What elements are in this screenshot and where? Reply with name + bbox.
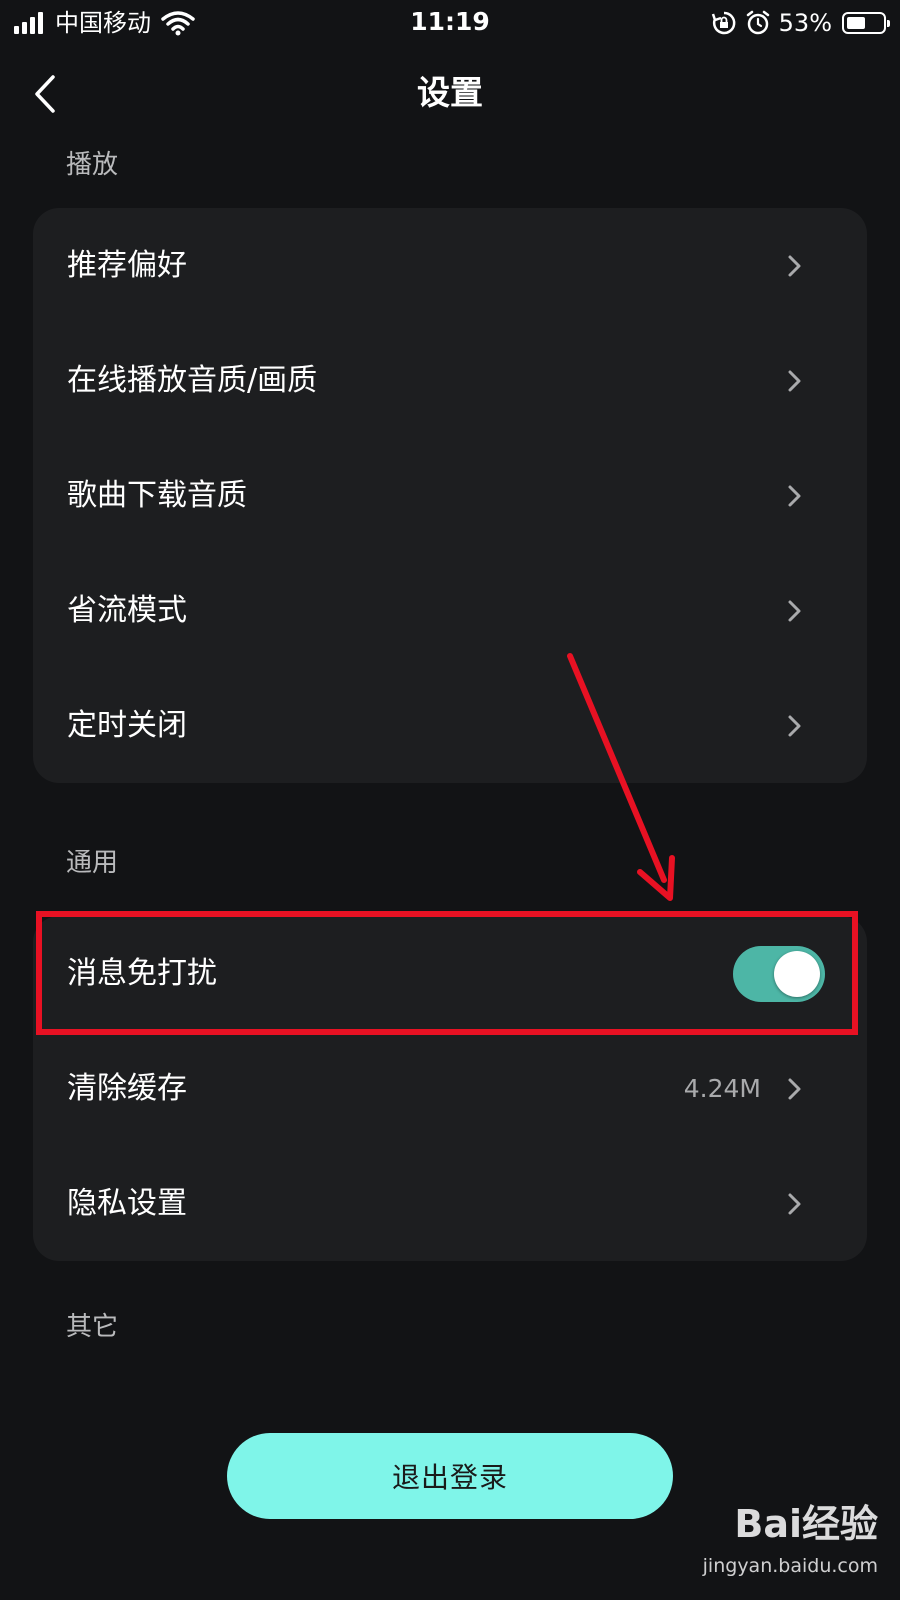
status-bar: 中国移动 11:19 53% [0, 0, 900, 46]
chevron-right-icon [788, 485, 801, 506]
navigation-bar: 设置 [0, 58, 900, 128]
chevron-right-icon [788, 600, 801, 621]
row-label: 推荐偏好 [67, 247, 187, 283]
row-label: 清除缓存 [67, 1070, 187, 1106]
row-label: 隐私设置 [67, 1185, 187, 1221]
section-title-other: 其它 [66, 1312, 119, 1342]
chevron-right-icon [788, 1078, 801, 1099]
row-label: 消息免打扰 [67, 955, 217, 991]
do-not-disturb-toggle[interactable] [733, 945, 825, 1002]
row-label: 定时关闭 [67, 707, 187, 743]
status-right: 53% [711, 8, 890, 38]
section-title-playback: 播放 [66, 150, 119, 180]
watermark: Bai经验 jingyan.baidu.com [693, 1500, 878, 1590]
settings-row-download-quality[interactable]: 歌曲下载音质 [33, 438, 867, 553]
settings-row-recommend-preference[interactable]: 推荐偏好 [33, 208, 867, 323]
row-label: 在线播放音质/画质 [67, 362, 318, 398]
page-title: 设置 [417, 73, 483, 112]
chevron-right-icon [788, 255, 801, 276]
general-card: 消息免打扰 清除缓存 4.24M 隐私设置 [33, 916, 867, 1261]
settings-row-data-saver[interactable]: 省流模式 [33, 553, 867, 668]
toggle-knob [774, 950, 820, 997]
battery-percent: 53% [778, 9, 832, 37]
row-label: 省流模式 [67, 592, 187, 628]
section-title-general: 通用 [66, 848, 119, 878]
chevron-right-icon [788, 1193, 801, 1214]
alarm-icon [746, 10, 769, 35]
settings-row-clear-cache[interactable]: 清除缓存 4.24M [33, 1031, 867, 1146]
cache-size: 4.24M [683, 1073, 761, 1103]
settings-row-do-not-disturb[interactable]: 消息免打扰 [33, 916, 867, 1031]
battery-icon [842, 12, 890, 34]
watermark-url: jingyan.baidu.com [702, 1555, 878, 1577]
settings-row-sleep-timer[interactable]: 定时关闭 [33, 668, 867, 783]
settings-row-online-quality[interactable]: 在线播放音质/画质 [33, 323, 867, 438]
row-label: 歌曲下载音质 [67, 477, 247, 513]
settings-row-privacy[interactable]: 隐私设置 [33, 1146, 867, 1261]
chevron-right-icon [788, 715, 801, 736]
logout-button[interactable]: 退出登录 [227, 1433, 673, 1519]
chevron-right-icon [788, 370, 801, 391]
watermark-logo: Bai经验 [734, 1502, 878, 1546]
playback-card: 推荐偏好 在线播放音质/画质 歌曲下载音质 省流模式 定时关闭 [33, 208, 867, 783]
rotation-lock-icon [711, 11, 736, 35]
